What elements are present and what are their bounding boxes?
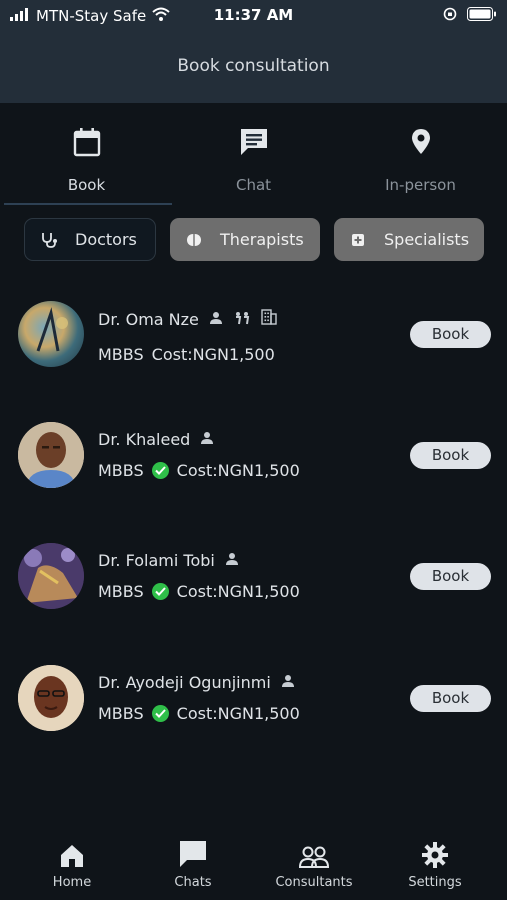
page-title: Book consultation (177, 56, 330, 76)
avatar (18, 301, 84, 367)
chat-bubble-icon (130, 835, 256, 869)
avatar (18, 543, 84, 609)
consultant-cost: Cost:NGN1,500 (176, 704, 300, 723)
people-icon (251, 835, 377, 869)
consultant-row[interactable]: Dr. Ayodeji Ogunjinmi MBBS Cost:NGN1,500… (0, 659, 507, 739)
avatar (18, 422, 84, 488)
consultant-meta: MBBS Cost:NGN1,500 (98, 461, 300, 480)
walking-icon (233, 310, 251, 329)
orientation-lock-icon (443, 6, 457, 25)
consultant-cost: Cost:NGN1,500 (151, 345, 275, 364)
nav-consultants[interactable]: Consultants (251, 835, 377, 890)
consultant-qualification: MBBS (98, 461, 144, 480)
tab-chat-label: Chat (235, 176, 272, 194)
consultant-name: Dr. Folami Tobi (98, 551, 215, 570)
tab-in-person-label: In-person (385, 176, 456, 194)
header-bar: MTN-Stay Safe 11:37 AM Book consultation (0, 0, 507, 103)
consultant-row[interactable]: Dr. Oma Nze MBBS Cost:NGN1,500 Book (0, 295, 507, 375)
consultant-cost: Cost:NGN1,500 (176, 461, 300, 480)
active-tab-indicator (4, 203, 172, 205)
person-icon (225, 551, 239, 570)
consultant-meta: MBBS Cost:NGN1,500 (98, 582, 300, 601)
tab-chat[interactable]: Chat (169, 103, 338, 207)
tab-in-person[interactable]: In-person (336, 103, 505, 207)
consultant-row[interactable]: Dr. Folami Tobi MBBS Cost:NGN1,500 Book (0, 537, 507, 617)
person-icon (200, 430, 214, 449)
stethoscope-icon (39, 231, 59, 249)
consultant-name-row: Dr. Khaleed (98, 430, 214, 449)
consultant-meta: MBBS Cost:NGN1,500 (98, 704, 300, 723)
battery-icon (467, 6, 497, 25)
building-icon (261, 309, 277, 329)
book-button[interactable]: Book (410, 685, 491, 712)
tab-book[interactable]: Book (2, 103, 171, 207)
consultant-name-row: Dr. Oma Nze (98, 309, 277, 329)
consultant-qualification: MBBS (98, 582, 144, 601)
consultant-name: Dr. Khaleed (98, 430, 191, 449)
consultant-cost: Cost:NGN1,500 (176, 582, 300, 601)
consultant-row[interactable]: Dr. Khaleed MBBS Cost:NGN1,500 Book (0, 416, 507, 496)
book-button[interactable]: Book (410, 442, 491, 469)
chat-icon (169, 127, 338, 163)
consultant-name-row: Dr. Folami Tobi (98, 551, 239, 570)
verified-check-icon (151, 705, 169, 722)
tab-book-label: Book (67, 176, 106, 194)
consultant-qualification: MBBS (98, 345, 144, 364)
nav-home-label: Home (52, 875, 92, 890)
consultant-qualification: MBBS (98, 704, 144, 723)
medical-plus-icon (348, 233, 368, 247)
filter-specialists-label: Specialists (384, 230, 470, 249)
consultant-name-row: Dr. Ayodeji Ogunjinmi (98, 673, 295, 692)
filter-therapists[interactable]: Therapists (170, 218, 320, 261)
tab-bar: Book Chat In-person (0, 103, 507, 207)
home-icon (9, 835, 135, 869)
person-icon (281, 673, 295, 692)
filter-therapists-label: Therapists (220, 230, 304, 249)
location-pin-icon (336, 127, 505, 163)
nav-settings-label: Settings (408, 875, 462, 890)
book-button[interactable]: Book (410, 321, 491, 348)
status-time: 11:37 AM (213, 6, 294, 24)
filter-doctors-label: Doctors (75, 230, 137, 249)
nav-chats[interactable]: Chats (130, 835, 256, 890)
nav-home[interactable]: Home (9, 835, 135, 890)
nav-settings[interactable]: Settings (372, 835, 498, 890)
avatar (18, 665, 84, 731)
consultant-name: Dr. Ayodeji Ogunjinmi (98, 673, 271, 692)
book-button[interactable]: Book (410, 563, 491, 590)
consultant-meta: MBBS Cost:NGN1,500 (98, 345, 275, 364)
nav-consultants-label: Consultants (275, 875, 353, 890)
verified-check-icon (151, 462, 169, 479)
bottom-nav: Home Chats Consultants Settings (0, 835, 507, 900)
consultant-name: Dr. Oma Nze (98, 309, 199, 329)
verified-check-icon (151, 583, 169, 600)
calendar-icon (2, 127, 171, 163)
brain-icon (184, 232, 204, 248)
person-icon (209, 310, 223, 329)
gear-icon (372, 835, 498, 869)
nav-chats-label: Chats (174, 875, 212, 890)
status-bar: MTN-Stay Safe 11:37 AM (0, 0, 507, 30)
filter-doctors[interactable]: Doctors (24, 218, 156, 261)
filter-specialists[interactable]: Specialists (334, 218, 484, 261)
